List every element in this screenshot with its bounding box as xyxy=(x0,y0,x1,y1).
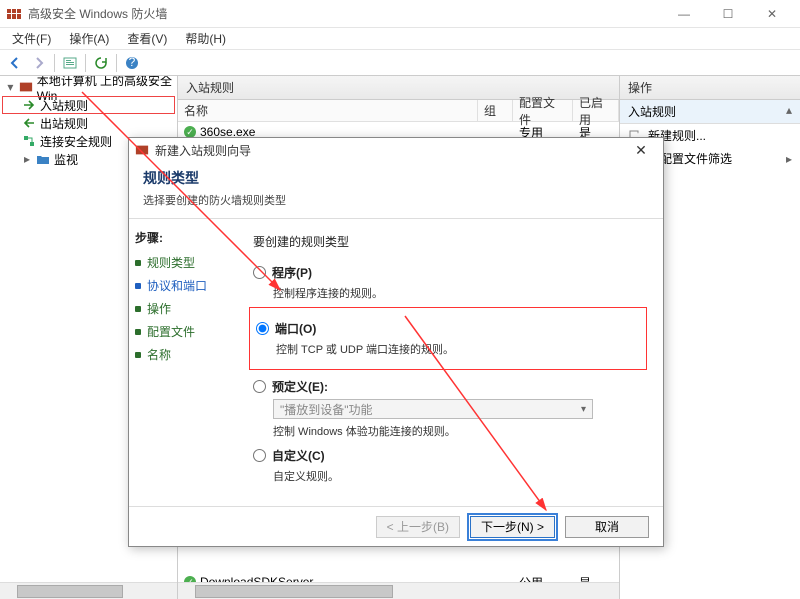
steps-title: 步骤: xyxy=(135,229,231,246)
annotation-port-box: 端口(O) 控制 TCP 或 UDP 端口连接的规则。 xyxy=(249,307,647,370)
rule-name: DownloadSDKServer xyxy=(200,575,313,582)
chevron-down-icon: ▾ xyxy=(581,404,586,415)
firewall-icon xyxy=(19,80,33,94)
close-icon[interactable]: ✕ xyxy=(625,142,657,159)
wizard-title: 新建入站规则向导 xyxy=(155,142,625,159)
radio-predefined[interactable] xyxy=(253,380,266,393)
minimize-button[interactable]: — xyxy=(662,0,706,28)
next-button[interactable]: 下一步(N) > xyxy=(470,516,555,538)
toolbar-separator xyxy=(54,54,55,72)
column-headers: 名称 组 配置文件 已启用 xyxy=(178,100,619,122)
wizard-header-desc: 选择要创建的防火墙规则类型 xyxy=(143,192,649,208)
col-profile[interactable]: 配置文件 xyxy=(513,100,573,121)
toolbar-separator xyxy=(85,54,86,72)
menu-action[interactable]: 操作(A) xyxy=(61,28,117,49)
tree-connsec-label: 连接安全规则 xyxy=(40,133,112,150)
step-action[interactable]: 操作 xyxy=(135,300,231,317)
col-group[interactable]: 组 xyxy=(478,100,513,121)
outbound-icon xyxy=(22,116,36,130)
menu-view[interactable]: 查看(V) xyxy=(119,28,175,49)
menu-help[interactable]: 帮助(H) xyxy=(177,28,234,49)
opt-port-desc: 控制 TCP 或 UDP 端口连接的规则。 xyxy=(276,341,640,357)
wizard-header-title: 规则类型 xyxy=(143,168,649,188)
opt-custom-label: 自定义(C) xyxy=(272,447,325,464)
enabled-icon xyxy=(184,126,196,138)
step-proto-port[interactable]: 协议和端口 xyxy=(135,277,231,294)
forward-icon[interactable] xyxy=(28,52,50,74)
toolbar: ? xyxy=(0,50,800,76)
opt-port-label: 端口(O) xyxy=(275,320,316,337)
step-rule-type[interactable]: 规则类型 xyxy=(135,254,231,271)
refresh-icon[interactable] xyxy=(90,52,112,74)
actions-header: 操作 xyxy=(620,76,800,100)
expand-icon[interactable]: ▸ xyxy=(22,152,32,166)
expand-icon[interactable]: ▾ xyxy=(6,80,15,94)
rule-enabled: 是 xyxy=(573,574,619,583)
submenu-icon: ▸ xyxy=(786,152,792,166)
tree-outbound[interactable]: 出站规则 xyxy=(2,114,175,132)
radio-port[interactable] xyxy=(256,322,269,335)
wizard-titlebar[interactable]: 新建入站规则向导 ✕ xyxy=(129,138,663,162)
opt-port[interactable]: 端口(O) xyxy=(256,320,640,337)
opt-predefined-label: 预定义(E): xyxy=(272,378,328,395)
cancel-button[interactable]: 取消 xyxy=(565,516,649,538)
opt-program[interactable]: 程序(P) xyxy=(253,264,647,281)
back-button: < 上一步(B) xyxy=(376,516,460,538)
menubar: 文件(F) 操作(A) 查看(V) 帮助(H) xyxy=(0,28,800,50)
wizard-dialog: 新建入站规则向导 ✕ 规则类型 选择要创建的防火墙规则类型 步骤: 规则类型 协… xyxy=(128,137,664,547)
properties-icon[interactable] xyxy=(59,52,81,74)
actions-section-label: 入站规则 xyxy=(628,105,676,119)
back-icon[interactable] xyxy=(4,52,26,74)
predefined-dropdown[interactable]: "播放到设备"功能 ▾ xyxy=(273,399,593,419)
tree-root[interactable]: ▾ 本地计算机 上的高级安全 Win xyxy=(2,78,175,96)
firewall-icon xyxy=(135,143,149,157)
annotation-next-box: 下一步(N) > xyxy=(468,514,557,540)
firewall-icon xyxy=(6,6,22,22)
opt-predefined-desc: 控制 Windows 体验功能连接的规则。 xyxy=(273,423,647,439)
opt-predefined[interactable]: 预定义(E): xyxy=(253,378,647,395)
maximize-button[interactable]: ☐ xyxy=(706,0,750,28)
col-name[interactable]: 名称 xyxy=(178,100,478,121)
wizard-content: 要创建的规则类型 程序(P) 控制程序连接的规则。 端口(O) 控制 TCP 或… xyxy=(237,219,663,506)
close-button[interactable]: ✕ xyxy=(750,0,794,28)
collapse-icon[interactable]: ▴ xyxy=(786,103,792,117)
radio-program[interactable] xyxy=(253,266,266,279)
wizard-steps: 步骤: 规则类型 协议和端口 操作 配置文件 名称 xyxy=(129,219,237,506)
actions-section: 入站规则 ▴ xyxy=(620,100,800,124)
wizard-question: 要创建的规则类型 xyxy=(253,233,647,250)
table-row[interactable]: DownloadSDKServer 公用 是 xyxy=(178,572,619,582)
connsec-icon xyxy=(22,134,36,148)
col-enabled[interactable]: 已启用 xyxy=(573,100,619,121)
tree-monitoring-label: 监视 xyxy=(54,151,78,168)
rule-name: 360se.exe xyxy=(200,125,255,139)
opt-custom-desc: 自定义规则。 xyxy=(273,468,647,484)
inbound-icon xyxy=(22,98,36,112)
titlebar: 高级安全 Windows 防火墙 — ☐ ✕ xyxy=(0,0,800,28)
toolbar-separator xyxy=(116,54,117,72)
rule-profile: 公用 xyxy=(513,574,573,583)
wizard-footer: < 上一步(B) 下一步(N) > 取消 xyxy=(129,506,663,546)
help-icon[interactable]: ? xyxy=(121,52,143,74)
opt-program-label: 程序(P) xyxy=(272,264,312,281)
menu-file[interactable]: 文件(F) xyxy=(4,28,59,49)
opt-program-desc: 控制程序连接的规则。 xyxy=(273,285,647,301)
svg-text:?: ? xyxy=(129,56,136,69)
opt-custom[interactable]: 自定义(C) xyxy=(253,447,647,464)
radio-custom[interactable] xyxy=(253,449,266,462)
scrollbar-thumb[interactable] xyxy=(195,585,393,598)
tree-inbound-label: 入站规则 xyxy=(40,97,88,114)
tree-outbound-label: 出站规则 xyxy=(40,115,88,132)
scrollbar-thumb[interactable] xyxy=(17,585,123,598)
folder-icon xyxy=(36,152,50,166)
window-title: 高级安全 Windows 防火墙 xyxy=(28,5,662,22)
step-profile[interactable]: 配置文件 xyxy=(135,323,231,340)
predefined-value: "播放到设备"功能 xyxy=(280,401,373,418)
step-name[interactable]: 名称 xyxy=(135,346,231,363)
